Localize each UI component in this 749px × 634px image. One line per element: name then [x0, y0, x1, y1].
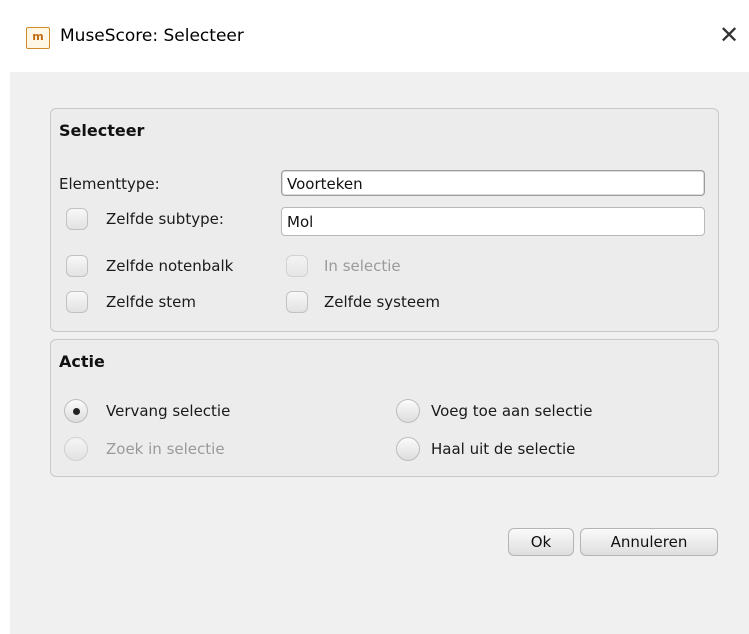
musescore-app-icon: m	[26, 27, 50, 49]
same-staff-checkbox[interactable]	[66, 255, 88, 277]
remove-from-selection-label: Haal uit de selectie	[431, 440, 576, 458]
same-voice-label: Zelfde stem	[106, 293, 197, 311]
same-system-label: Zelfde systeem	[324, 293, 440, 311]
radio-selected-dot	[73, 408, 80, 415]
same-voice-checkbox[interactable]	[66, 291, 88, 313]
search-in-selection-label: Zoek in selectie	[106, 440, 225, 458]
search-in-selection-radio	[64, 437, 88, 461]
same-staff-label: Zelfde notenbalk	[106, 257, 234, 275]
window-title: MuseScore: Selecteer	[60, 26, 244, 46]
element-type-field[interactable]: Voorteken	[281, 170, 705, 196]
same-subtype-label: Zelfde subtype:	[106, 210, 224, 228]
action-group: Actie Vervang selectie Voeg toe aan sele…	[50, 339, 719, 477]
dialog-client-area: Selecteer Elementtype: Voorteken Zelfde …	[10, 72, 749, 634]
action-group-title: Actie	[59, 352, 105, 371]
add-to-selection-radio[interactable]	[396, 399, 420, 423]
subtype-field[interactable]: Mol	[281, 207, 705, 236]
ok-button[interactable]: Ok	[508, 528, 574, 556]
element-type-label: Elementtype:	[59, 175, 160, 193]
same-system-checkbox[interactable]	[286, 291, 308, 313]
in-selection-checkbox	[286, 255, 308, 277]
remove-from-selection-radio[interactable]	[396, 437, 420, 461]
in-selection-label: In selectie	[324, 257, 401, 275]
same-subtype-checkbox[interactable]	[66, 208, 88, 230]
title-bar: m MuseScore: Selecteer ✕	[0, 0, 749, 72]
select-group-title: Selecteer	[59, 121, 145, 140]
cancel-button[interactable]: Annuleren	[580, 528, 718, 556]
close-button[interactable]: ✕	[714, 20, 744, 50]
replace-selection-label: Vervang selectie	[106, 402, 231, 420]
select-group: Selecteer Elementtype: Voorteken Zelfde …	[50, 108, 719, 332]
add-to-selection-label: Voeg toe aan selectie	[431, 402, 593, 420]
replace-selection-radio[interactable]	[64, 399, 88, 423]
